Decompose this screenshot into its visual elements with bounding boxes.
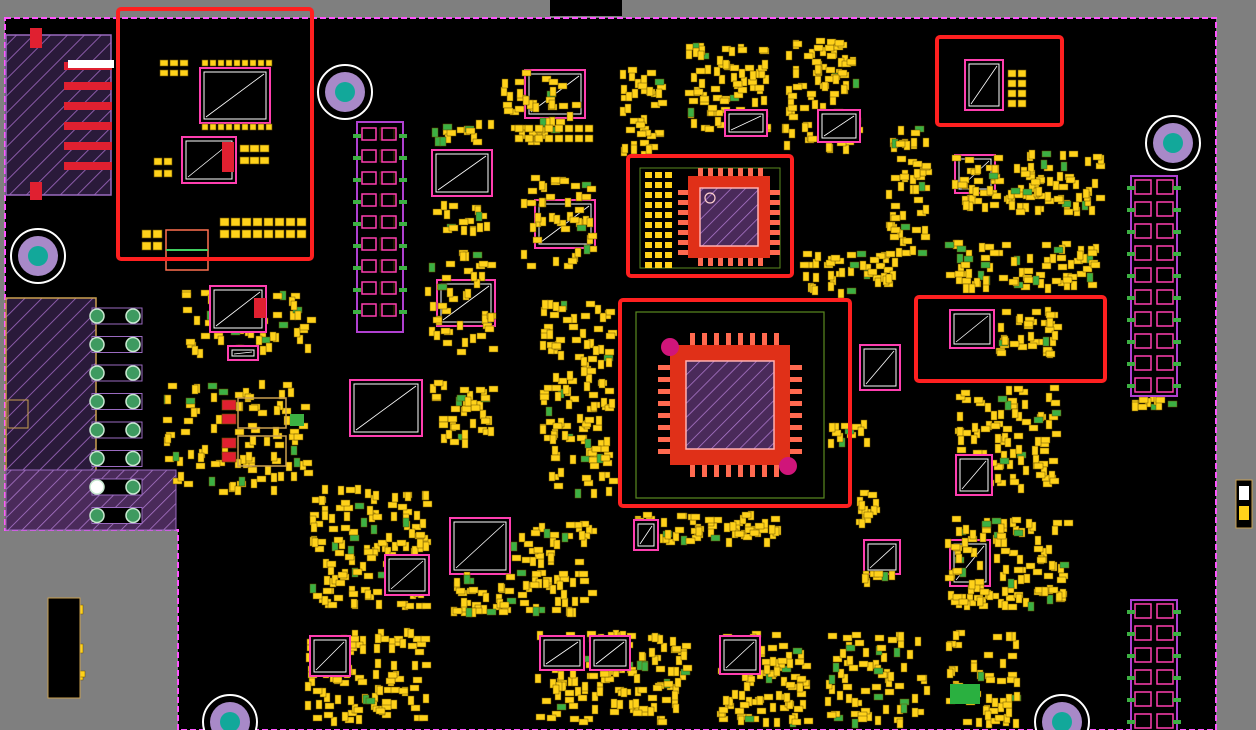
top-edge-component (550, 0, 622, 16)
qfn-component[interactable] (639, 167, 781, 269)
edge-marker (1235, 479, 1253, 529)
right-header-top[interactable] (1127, 175, 1181, 397)
qfp-component[interactable] (635, 311, 825, 499)
pcb-layout-canvas[interactable] (0, 0, 1256, 730)
right-header-bottom[interactable] (1127, 599, 1181, 730)
left-connector-top[interactable] (5, 28, 112, 200)
offboard-component (47, 597, 81, 699)
